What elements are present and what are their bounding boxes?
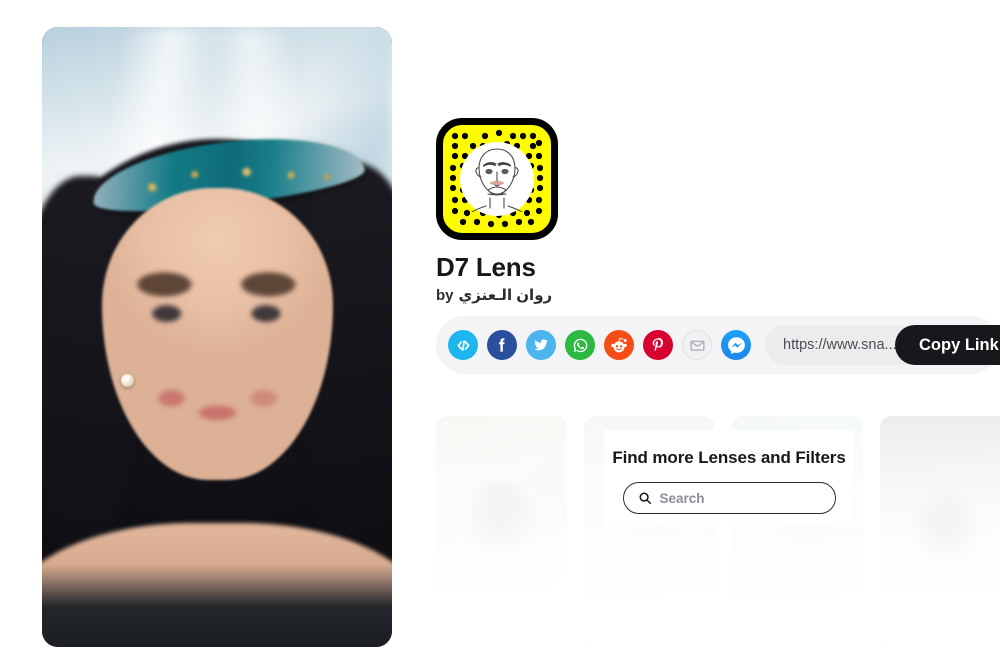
lens-thumbnail-4[interactable] xyxy=(880,416,1000,652)
lens-video-preview[interactable] xyxy=(42,27,392,647)
photo-shoulder xyxy=(42,523,392,647)
search-placeholder: Search xyxy=(659,490,705,506)
search-input[interactable]: Search xyxy=(622,482,836,514)
messenger-icon[interactable] xyxy=(721,330,751,360)
magnifier-icon xyxy=(639,492,651,505)
page-title: D7 Lens xyxy=(436,252,536,282)
thumbnail-fade-overlay xyxy=(436,416,567,652)
email-icon[interactable] xyxy=(682,330,712,360)
embed-icon[interactable] xyxy=(448,330,478,360)
photo-face xyxy=(101,188,333,480)
share-icon-list xyxy=(448,330,751,360)
pinterest-icon[interactable] xyxy=(643,330,673,360)
photo-earring xyxy=(120,374,134,388)
lens-info-column: D7 Lens by روان الـعنزي https://www.sna.… xyxy=(436,0,1000,664)
lens-share-page: D7 Lens by روان الـعنزي https://www.sna.… xyxy=(0,0,1000,664)
author-name: روان الـعنزي xyxy=(458,287,553,304)
copy-link-button[interactable]: Copy Link xyxy=(895,325,1000,365)
find-more-title: Find more Lenses and Filters xyxy=(612,448,846,467)
find-more-panel: Find more Lenses and Filters Search xyxy=(604,430,854,526)
share-bar: https://www.sna... Copy Link xyxy=(436,316,1000,374)
by-label: by xyxy=(436,286,454,304)
whatsapp-icon[interactable] xyxy=(565,330,595,360)
ghost-face-icon xyxy=(460,142,534,216)
preview-photo xyxy=(42,27,392,647)
snapcode[interactable] xyxy=(436,118,558,240)
lens-thumbnail-1[interactable] xyxy=(436,416,567,652)
twitter-icon[interactable] xyxy=(526,330,556,360)
reddit-icon[interactable] xyxy=(604,330,634,360)
thumbnail-fade-overlay xyxy=(880,416,1000,652)
facebook-icon[interactable] xyxy=(487,330,517,360)
lens-author: by روان الـعنزي xyxy=(436,286,553,305)
